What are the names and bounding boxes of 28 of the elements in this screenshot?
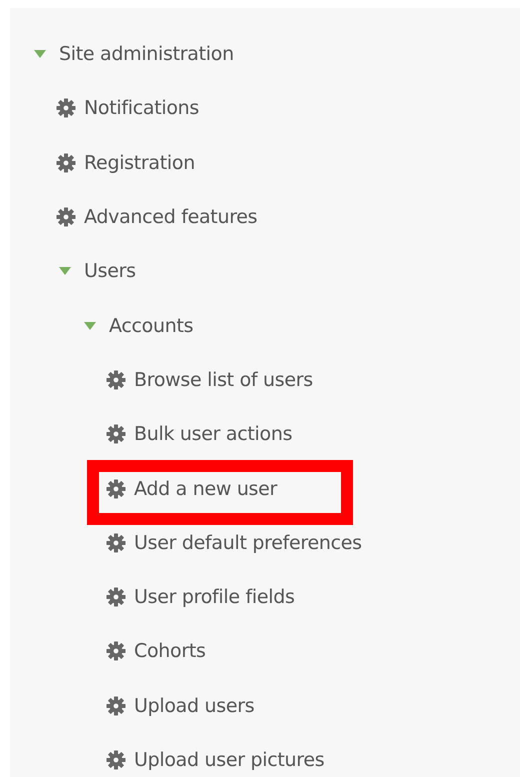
caret-icon[interactable] bbox=[59, 267, 71, 276]
tree-item[interactable]: Add a new user bbox=[134, 478, 278, 500]
gear-icon bbox=[106, 696, 126, 716]
gear-icon bbox=[106, 587, 126, 608]
gear-icon bbox=[106, 370, 126, 390]
gear-icon bbox=[106, 641, 126, 662]
tree-item[interactable]: User default preferences bbox=[134, 532, 362, 554]
tree-item[interactable]: Users bbox=[84, 260, 136, 282]
tree-item[interactable]: Notifications bbox=[84, 97, 200, 120]
caret-icon[interactable] bbox=[84, 322, 96, 330]
tree-item[interactable]: Site administration bbox=[59, 43, 234, 66]
gear-icon bbox=[56, 152, 76, 173]
gear-icon bbox=[106, 750, 126, 770]
gear-icon bbox=[56, 207, 76, 228]
tree-item[interactable]: Accounts bbox=[109, 314, 194, 337]
gear-icon bbox=[106, 478, 126, 499]
tree-item[interactable]: Advanced features bbox=[84, 206, 258, 228]
tree-item[interactable]: User profile fields bbox=[134, 586, 295, 608]
tree-item[interactable]: Registration bbox=[84, 152, 195, 174]
tree-item[interactable]: Bulk user actions bbox=[134, 423, 292, 446]
tree-item[interactable]: Browse list of users bbox=[134, 368, 313, 391]
tree-item[interactable]: Upload user pictures bbox=[134, 749, 324, 771]
tree-item[interactable]: Upload users bbox=[134, 694, 254, 717]
gear-icon bbox=[106, 424, 126, 444]
gear-icon bbox=[106, 532, 126, 553]
tree-item[interactable]: Cohorts bbox=[134, 640, 206, 662]
caret-icon[interactable] bbox=[34, 50, 46, 58]
gear-icon bbox=[56, 98, 76, 118]
